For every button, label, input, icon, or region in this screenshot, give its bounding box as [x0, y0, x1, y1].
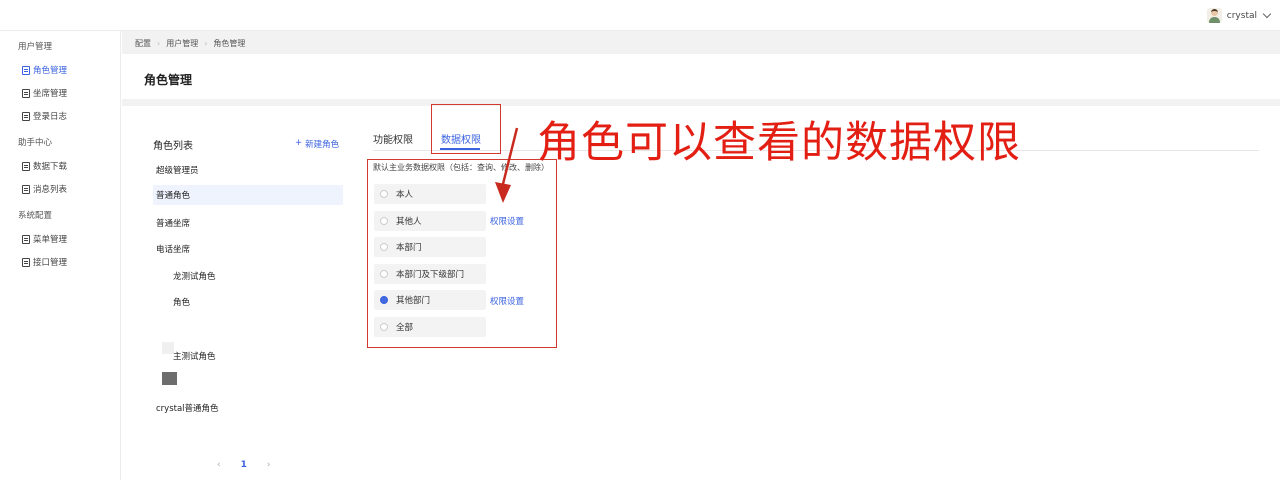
annotation-arrow-icon [495, 127, 519, 203]
annotation-text: 角色可以查看的数据权限 [537, 118, 1021, 168]
